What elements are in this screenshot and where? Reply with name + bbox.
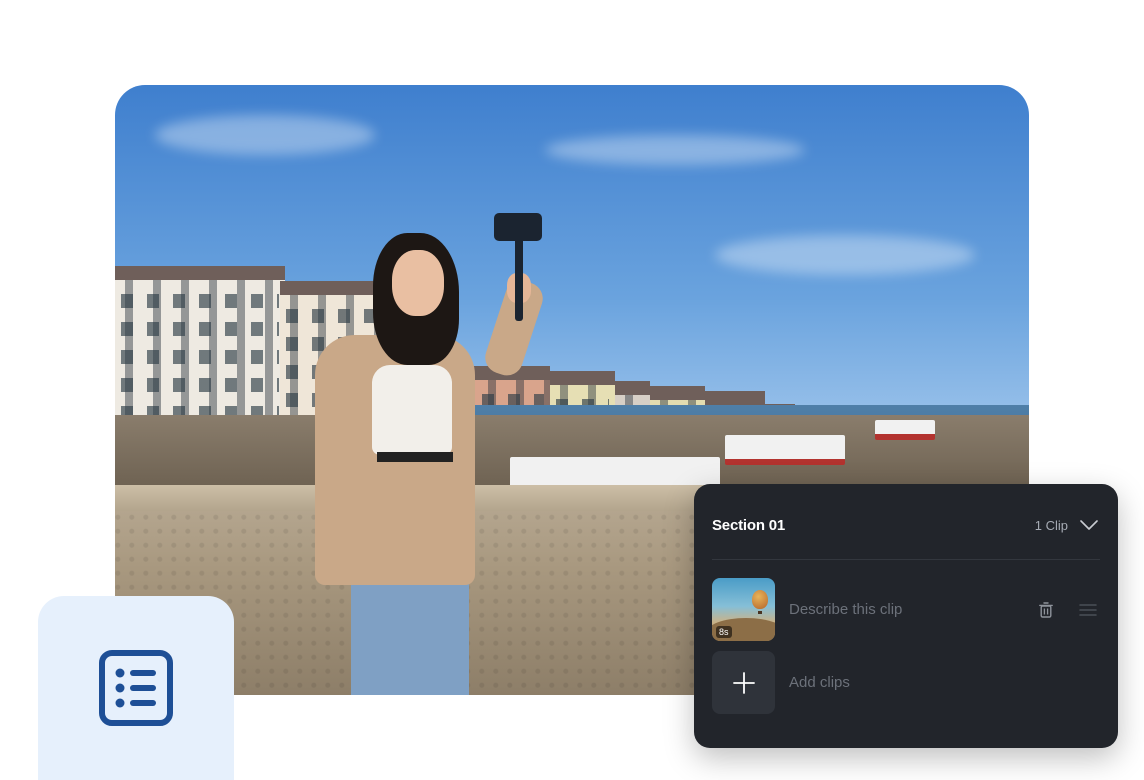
clip-description-input[interactable]: Describe this clip	[789, 601, 1034, 618]
person-face	[392, 250, 444, 316]
cloud	[155, 115, 375, 155]
phone	[494, 213, 542, 241]
person-belt	[377, 452, 453, 462]
clip-item[interactable]: 8s Describe this clip	[712, 578, 1100, 641]
add-clips-label[interactable]: Add clips	[789, 674, 850, 691]
trash-icon[interactable]	[1034, 598, 1058, 622]
boat	[725, 435, 845, 465]
add-clip-button[interactable]	[712, 651, 775, 714]
section-title: Section 01	[712, 516, 786, 534]
clip-count: 1 Clip	[1034, 517, 1068, 533]
clip-thumbnail[interactable]: 8s	[712, 578, 775, 641]
section-header[interactable]: Section 01 1 Clip	[712, 508, 1100, 542]
hot-air-balloon	[752, 590, 768, 609]
list-card	[38, 596, 234, 780]
list-icon	[99, 650, 173, 726]
plus-icon	[732, 671, 755, 694]
person-top	[372, 365, 452, 455]
section-header-right: 1 Clip	[1035, 514, 1100, 536]
add-clips-row[interactable]: Add clips	[712, 651, 1100, 714]
chevron-down-icon[interactable]	[1078, 514, 1100, 536]
drag-handle-icon[interactable]	[1076, 598, 1100, 622]
boat	[875, 420, 935, 440]
clip-duration: 8s	[716, 626, 732, 638]
cloud	[545, 135, 805, 165]
divider	[712, 559, 1100, 560]
section-panel: Section 01 1 Clip 8s Describe this clip	[694, 484, 1118, 748]
